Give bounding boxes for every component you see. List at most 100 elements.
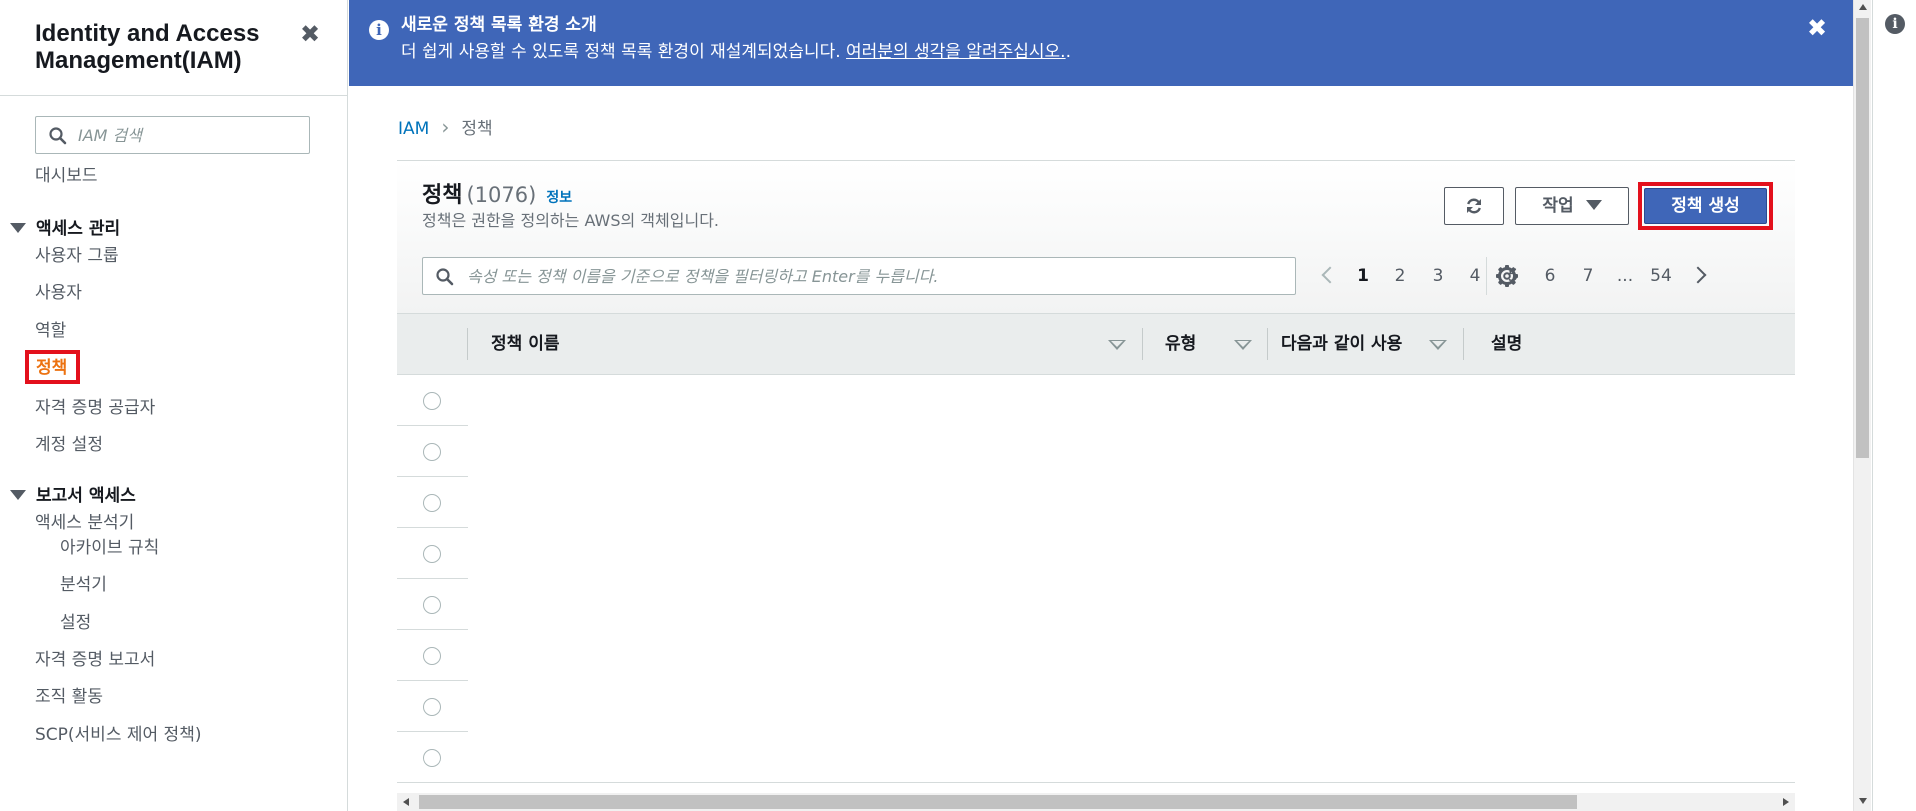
breadcrumb: IAM › 정책 [398, 116, 493, 140]
sort-icon[interactable] [1429, 340, 1447, 350]
nav-dashboard[interactable]: 대시보드 [35, 165, 98, 187]
nav-organization-activity[interactable]: 조직 활동 [35, 686, 103, 708]
sort-icon[interactable] [1234, 340, 1252, 350]
scroll-right-arrow-icon[interactable] [1783, 798, 1789, 806]
nav-policies[interactable]: 정책 [25, 350, 80, 384]
banner-message: 더 쉽게 사용할 수 있도록 정책 목록 환경이 재설계되었습니다. 여러분의 … [401, 41, 1071, 63]
nav-user-groups[interactable]: 사용자 그룹 [35, 245, 119, 267]
gear-icon[interactable] [1494, 263, 1520, 289]
banner-text: 더 쉽게 사용할 수 있도록 정책 목록 환경이 재설계되었습니다. [401, 42, 841, 62]
table-row[interactable] [397, 579, 1795, 630]
table-row[interactable] [397, 681, 1795, 732]
page-6[interactable]: 6 [1541, 257, 1559, 295]
scroll-down-arrow-icon[interactable] [1859, 798, 1867, 804]
refresh-icon [1467, 198, 1481, 214]
nav-section-report-access[interactable]: 보고서 액세스 [10, 485, 136, 507]
close-icon[interactable]: ✖ [296, 20, 324, 48]
row-select-cell [397, 579, 468, 630]
actions-dropdown[interactable]: 작업 [1515, 187, 1629, 225]
table-column-header: 정책 이름 유형 다음과 같이 사용 설명 [397, 313, 1795, 375]
row-select-cell [397, 732, 468, 783]
actions-label: 작업 [1542, 196, 1574, 216]
column-policy-name[interactable]: 정책 이름 [491, 314, 559, 374]
row-radio-button[interactable] [423, 392, 441, 410]
page-4[interactable]: 4 [1466, 257, 1484, 295]
nav-account-settings[interactable]: 계정 설정 [35, 434, 103, 456]
feedback-link[interactable]: 여러분의 생각을 알려주십시오. [846, 42, 1066, 62]
column-type[interactable]: 유형 [1165, 314, 1196, 374]
nav-archive-rules[interactable]: 아카이브 규칙 [60, 537, 159, 559]
column-divider [1142, 328, 1143, 360]
info-link[interactable]: 정보 [546, 190, 572, 206]
table-row[interactable] [397, 426, 1795, 477]
row-radio-button[interactable] [423, 647, 441, 665]
caret-down-icon [10, 490, 26, 500]
sidebar-header: Identity and Access Management(IAM) ✖ [0, 0, 347, 96]
table-bottom-border [397, 782, 1795, 783]
breadcrumb-iam[interactable]: IAM [398, 119, 429, 139]
page-7[interactable]: 7 [1579, 257, 1597, 295]
refresh-button[interactable] [1444, 187, 1504, 225]
nav-roles[interactable]: 역할 [35, 320, 66, 342]
nav-section-access-management[interactable]: 액세스 관리 [10, 218, 120, 240]
scroll-up-arrow-icon[interactable] [1859, 4, 1867, 10]
horizontal-scrollbar[interactable] [397, 793, 1795, 811]
table-header-area: 정책 (1076) 정보 정책은 권한을 정의하는 AWS의 객체입니다. 작업 정… [397, 161, 1795, 313]
page-1[interactable]: 1 [1354, 257, 1372, 295]
search-icon [436, 268, 454, 286]
column-divider [467, 328, 468, 360]
iam-search-input[interactable] [78, 121, 303, 149]
column-used-as[interactable]: 다음과 같이 사용 [1281, 314, 1402, 374]
scrollbar-thumb[interactable] [1856, 18, 1869, 458]
column-divider [1267, 328, 1268, 360]
row-radio-button[interactable] [423, 494, 441, 512]
create-policy-highlight: 정책 생성 [1638, 182, 1773, 230]
table-row[interactable] [397, 528, 1795, 579]
table-row[interactable] [397, 375, 1795, 426]
sidebar: Identity and Access Management(IAM) ✖ 대시… [0, 0, 348, 811]
iam-search-field[interactable] [35, 116, 310, 154]
table-row[interactable] [397, 630, 1795, 681]
announcement-banner: i 새로운 정책 목록 환경 소개 더 쉽게 사용할 수 있도록 정책 목록 환… [349, 0, 1853, 86]
caret-down-icon [10, 223, 26, 233]
next-page-icon[interactable] [1689, 266, 1707, 284]
nav-analyzers[interactable]: 분석기 [60, 574, 107, 596]
policy-count: (1076) [466, 183, 537, 207]
row-radio-button[interactable] [423, 749, 441, 767]
nav-access-analyzer[interactable]: 액세스 분석기 [35, 512, 134, 534]
close-icon[interactable]: ✖ [1803, 14, 1831, 42]
nav-users[interactable]: 사용자 [35, 282, 82, 304]
row-radio-button[interactable] [423, 443, 441, 461]
page-3[interactable]: 3 [1429, 257, 1447, 295]
page-54[interactable]: 54 [1647, 257, 1675, 295]
policy-filter-field[interactable] [422, 257, 1296, 295]
row-radio-button[interactable] [423, 698, 441, 716]
sort-icon[interactable] [1108, 340, 1126, 350]
row-radio-button[interactable] [423, 596, 441, 614]
column-description[interactable]: 설명 [1491, 314, 1522, 374]
nav-credential-report[interactable]: 자격 증명 보고서 [35, 649, 155, 671]
caret-down-icon [1585, 200, 1602, 210]
policies-description: 정책은 권한을 정의하는 AWS의 객체입니다. [422, 211, 719, 230]
page-2[interactable]: 2 [1391, 257, 1409, 295]
nav-analyzer-settings[interactable]: 설정 [60, 612, 91, 634]
create-policy-button[interactable]: 정책 생성 [1644, 188, 1767, 224]
nav-section-label: 액세스 관리 [36, 219, 121, 239]
row-radio-button[interactable] [423, 545, 441, 563]
vertical-scrollbar[interactable] [1853, 0, 1871, 811]
help-panel-rail: i [1872, 0, 1916, 811]
info-icon[interactable]: i [1885, 14, 1905, 34]
table-row[interactable] [397, 732, 1795, 783]
table-body [397, 375, 1795, 783]
scrollbar-thumb[interactable] [419, 795, 1577, 809]
nav-identity-providers[interactable]: 자격 증명 공급자 [35, 397, 155, 419]
row-select-cell [397, 630, 468, 681]
policy-filter-input[interactable] [467, 262, 1287, 290]
row-select-cell [397, 375, 468, 426]
nav-scp[interactable]: SCP(서비스 제어 정책) [35, 724, 201, 746]
previous-page-icon[interactable] [1321, 266, 1339, 284]
scroll-left-arrow-icon[interactable] [403, 798, 409, 806]
service-title: Identity and Access Management(IAM) [35, 20, 260, 74]
row-select-cell [397, 681, 468, 732]
table-row[interactable] [397, 477, 1795, 528]
